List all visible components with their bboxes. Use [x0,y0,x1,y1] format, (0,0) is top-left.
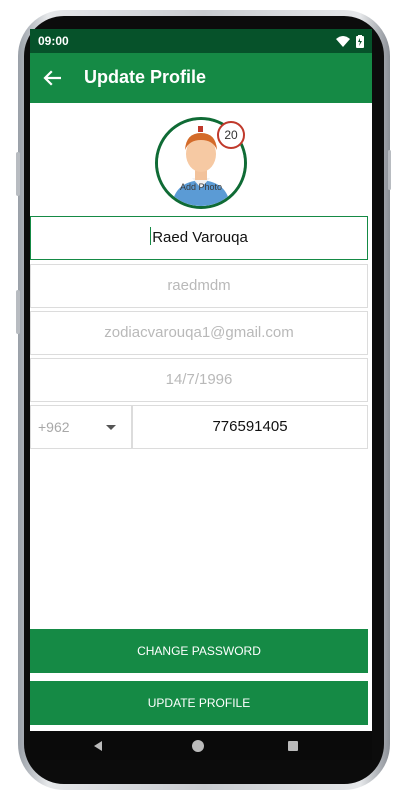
birthdate-placeholder: 14/7/1996 [165,371,233,388]
phone-number-value: 776591405 [212,418,288,435]
app-screen: 09:00 Update Profile Add Photo 20 Raed V… [30,29,372,760]
side-button [388,150,391,190]
avatar[interactable]: Add Photo 20 [155,117,247,209]
add-photo-label: Add Photo [179,182,223,192]
email-placeholder: zodiacvarouqa1@gmail.com [104,324,294,341]
phone-row: +962 776591405 [30,405,368,449]
nav-back-icon[interactable] [94,741,102,751]
dropdown-arrow-icon [106,425,116,430]
back-button[interactable] [40,66,64,90]
change-password-button[interactable]: CHANGE PASSWORD [30,629,368,673]
country-code-select[interactable]: +962 [30,405,132,449]
wifi-icon [336,35,350,47]
country-code-value: +962 [38,419,70,435]
arrow-left-icon [43,70,61,86]
app-bar: Update Profile [30,53,372,103]
email-field[interactable]: zodiacvarouqa1@gmail.com [30,311,368,355]
status-icons [336,29,364,53]
username-placeholder: raedmdm [167,277,231,294]
volume-button [16,152,20,196]
phone-number-field[interactable]: 776591405 [132,405,368,449]
name-value: Raed Varouqa [152,229,248,246]
notification-badge: 20 [217,121,245,149]
status-time: 09:00 [38,34,69,48]
power-button [16,290,20,334]
update-profile-button[interactable]: UPDATE PROFILE [30,681,368,725]
status-bar: 09:00 [30,29,372,53]
system-nav-bar [30,731,372,760]
battery-icon [356,34,364,48]
username-field[interactable]: raedmdm [30,264,368,308]
name-field[interactable]: Raed Varouqa [30,216,368,260]
nav-recents-icon[interactable] [288,741,298,751]
birthdate-field[interactable]: 14/7/1996 [30,358,368,402]
nav-home-icon[interactable] [192,740,204,752]
page-title: Update Profile [84,67,207,87]
